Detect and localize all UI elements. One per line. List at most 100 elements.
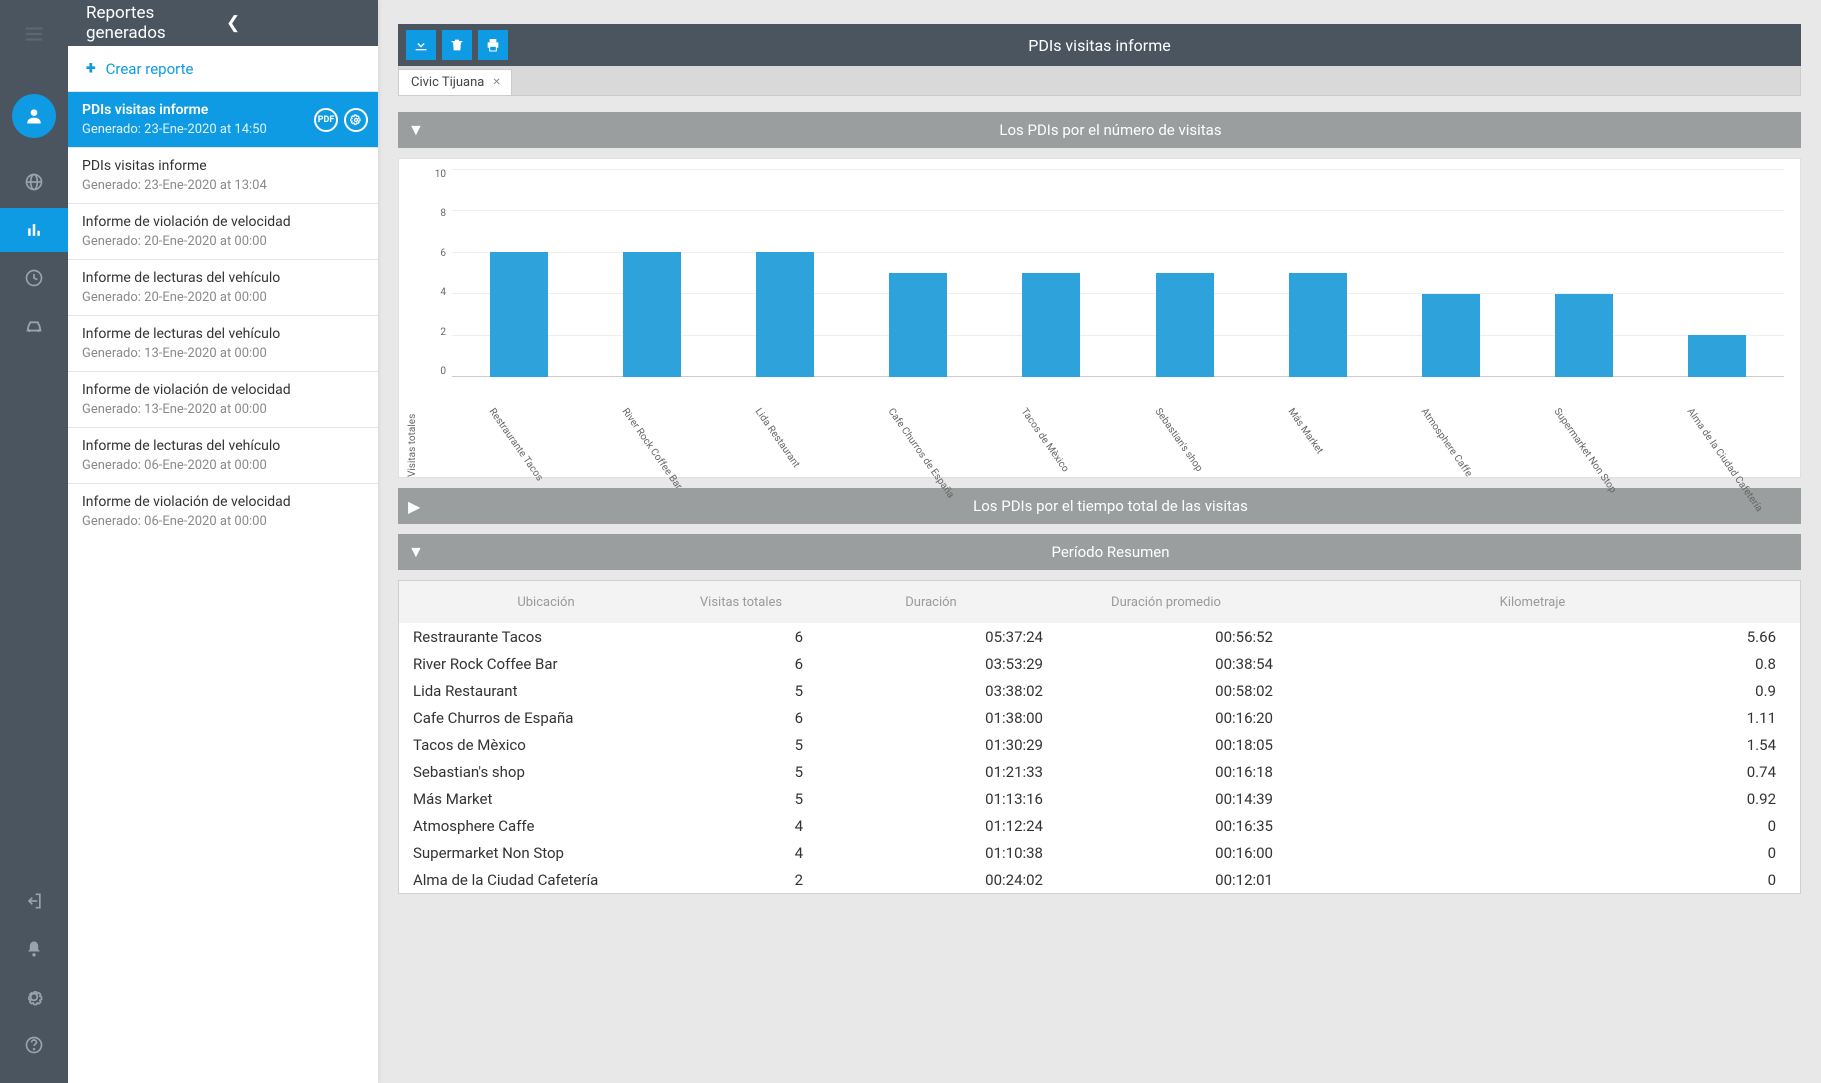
bar [1688, 335, 1746, 377]
report-title: Informe de violación de velocidad [82, 214, 364, 230]
x-tick: River Rock Coffee Bar [536, 387, 648, 490]
table-row: Cafe Churros de España601:38:0000:16:201… [399, 704, 1800, 731]
side-panel: Reportes generados ❮ + Crear reporte PDI… [68, 0, 378, 1083]
col-duration: Duración [819, 595, 1059, 610]
help-icon[interactable] [12, 1023, 56, 1067]
clock-icon[interactable] [12, 256, 56, 300]
table-row: Atmosphere Caffe401:12:2400:16:350 [399, 812, 1800, 839]
pdf-icon[interactable]: PDF [314, 108, 338, 132]
create-report-label: Crear reporte [106, 60, 194, 78]
report-title: Informe de lecturas del vehículo [82, 438, 364, 454]
report-item[interactable]: Informe de lecturas del vehículo Generado… [68, 427, 378, 483]
section-title: Los PDIs por el tiempo total de las visi… [430, 497, 1791, 515]
x-tick: Más Market [1202, 387, 1314, 490]
report-list: PDIs visitas informe Generado: 23-Ene-202… [68, 91, 378, 539]
report-subtitle: Generado: 13-Ene-2020 at 00:00 [82, 402, 364, 417]
summary-table: Ubicación Visitas totales Duración Durac… [398, 580, 1801, 894]
close-icon[interactable]: ✕ [492, 77, 500, 88]
report-subtitle: Generado: 06-Ene-2020 at 00:00 [82, 514, 364, 529]
report-title: Informe de violación de velocidad [82, 494, 364, 510]
table-row: Restraurante Tacos605:37:2400:56:525.66 [399, 623, 1800, 650]
section-title: Período Resumen [430, 543, 1791, 561]
bar [490, 252, 548, 377]
tab-label: Civic Tijuana [411, 75, 484, 90]
x-tick: Alma de la Ciudad Cafetería [1601, 387, 1713, 490]
report-title: Informe de violación de velocidad [82, 382, 364, 398]
table-row: River Rock Coffee Bar603:53:2900:38:540.… [399, 650, 1800, 677]
report-item[interactable]: PDIs visitas informeGenerado: 23-Ene-202… [68, 91, 378, 147]
x-tick: Tacos de Mèxico [936, 387, 1048, 490]
main-content: PDIs visitas informe Civic Tijuana ✕ ▼ L… [378, 0, 1821, 1083]
x-tick: Restraurante Tacos [403, 387, 515, 490]
report-item[interactable]: PDIs visitas informe Generado: 23-Ene-202… [68, 147, 378, 203]
toolbar-title: PDIs visitas informe [514, 36, 1685, 55]
bar [1422, 294, 1480, 377]
section-header-visits[interactable]: ▼ Los PDIs por el número de visitas [398, 112, 1801, 148]
tab-vehicle[interactable]: Civic Tijuana ✕ [398, 69, 512, 95]
col-km: Kilometraje [1289, 595, 1800, 610]
logout-icon[interactable] [12, 879, 56, 923]
bar [1289, 273, 1347, 377]
create-report-button[interactable]: + Crear reporte [68, 46, 378, 91]
car-icon[interactable] [12, 304, 56, 348]
col-location: Ubicación [399, 595, 679, 610]
gear-icon[interactable] [12, 975, 56, 1019]
x-tick: Supermarket Non Stop [1468, 387, 1580, 490]
visits-chart: Visitas totales 1086420 Restraurante Tac… [398, 158, 1801, 478]
nav-rail [0, 0, 68, 1083]
table-header: Ubicación Visitas totales Duración Durac… [399, 581, 1800, 623]
section-title: Los PDIs por el número de visitas [430, 121, 1791, 139]
tabs-bar: Civic Tijuana ✕ [398, 66, 1801, 96]
table-row: Tacos de Mèxico501:30:2900:18:051.54 [399, 731, 1800, 758]
gear-icon[interactable] [344, 108, 368, 132]
table-row: Lida Restaurant503:38:0200:58:020.9 [399, 677, 1800, 704]
side-panel-header: Reportes generados ❮ [68, 0, 378, 46]
bar [1156, 273, 1214, 377]
x-tick: Sebastian's shop [1069, 387, 1181, 490]
col-visits: Visitas totales [679, 595, 819, 610]
download-button[interactable] [406, 30, 436, 60]
plus-icon: + [86, 58, 96, 79]
print-button[interactable] [478, 30, 508, 60]
report-title: Informe de lecturas del vehículo [82, 326, 364, 342]
report-item[interactable]: Informe de violación de velocidad Generad… [68, 371, 378, 427]
bar [756, 252, 814, 377]
bar [889, 273, 947, 377]
report-item[interactable]: Informe de violación de velocidad Generad… [68, 483, 378, 539]
report-subtitle: Generado: 20-Ene-2020 at 00:00 [82, 234, 364, 249]
chevron-right-icon: ▶ [408, 497, 430, 516]
col-avg: Duración promedio [1059, 595, 1289, 610]
report-subtitle: Generado: 06-Ene-2020 at 00:00 [82, 458, 364, 473]
user-icon[interactable] [12, 94, 56, 138]
globe-icon[interactable] [12, 160, 56, 204]
table-row: Supermarket Non Stop401:10:3800:16:000 [399, 839, 1800, 866]
chevron-down-icon: ▼ [408, 542, 430, 562]
bar [1555, 294, 1613, 377]
delete-button[interactable] [442, 30, 472, 60]
report-title: Informe de lecturas del vehículo [82, 270, 364, 286]
x-tick: Atmosphere Caffe [1335, 387, 1447, 490]
section-header-time[interactable]: ▶ Los PDIs por el tiempo total de las vi… [398, 488, 1801, 524]
chevron-down-icon: ▼ [408, 120, 430, 140]
section-header-summary[interactable]: ▼ Período Resumen [398, 534, 1801, 570]
report-subtitle: Generado: 13-Ene-2020 at 00:00 [82, 346, 364, 361]
bar [623, 252, 681, 377]
reports-icon[interactable] [0, 208, 68, 252]
report-item[interactable]: Informe de lecturas del vehículo Generado… [68, 259, 378, 315]
report-toolbar: PDIs visitas informe [398, 24, 1801, 66]
bar [1022, 273, 1080, 377]
table-row: Sebastian's shop501:21:3300:16:180.74 [399, 758, 1800, 785]
table-row: Alma de la Ciudad Cafetería200:24:0200:1… [399, 866, 1800, 893]
report-item[interactable]: Informe de violación de velocidad Generad… [68, 203, 378, 259]
report-item[interactable]: Informe de lecturas del vehículo Generado… [68, 315, 378, 371]
side-panel-title: Reportes generados [86, 3, 226, 43]
report-subtitle: Generado: 23-Ene-2020 at 13:04 [82, 178, 364, 193]
bell-icon[interactable] [12, 927, 56, 971]
x-tick: Cafe Churros de España [802, 387, 914, 490]
menu-icon[interactable] [12, 12, 56, 56]
chevron-left-icon[interactable]: ❮ [226, 13, 366, 33]
report-title: PDIs visitas informe [82, 158, 364, 174]
table-row: Más Market501:13:1600:14:390.92 [399, 785, 1800, 812]
x-tick: Lida Restaurant [669, 387, 781, 490]
report-subtitle: Generado: 20-Ene-2020 at 00:00 [82, 290, 364, 305]
